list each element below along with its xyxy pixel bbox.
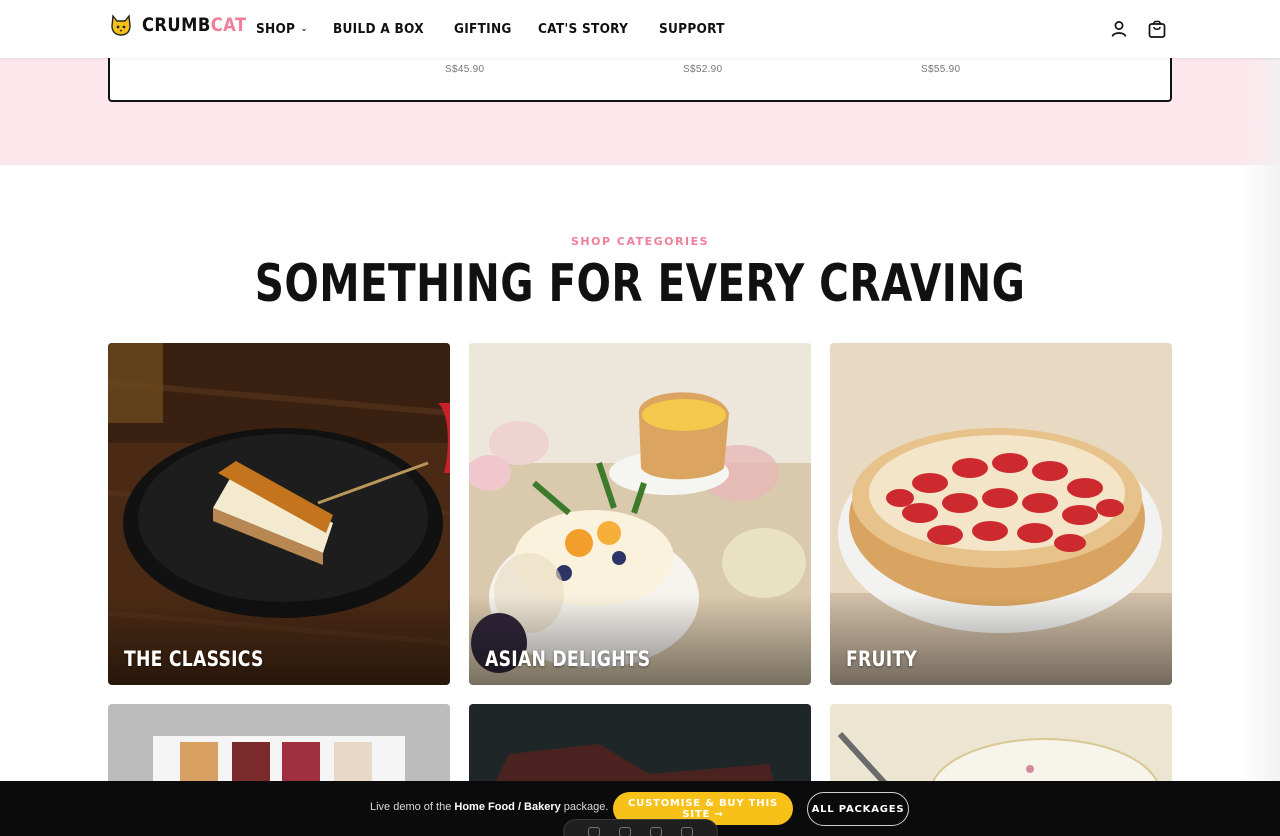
section-title: SOMETHING FOR EVERY CRAVING — [254, 254, 1026, 314]
shopping-bag-icon[interactable] — [1147, 19, 1167, 39]
demo-text-before: Live demo of the — [370, 801, 455, 813]
user-icon[interactable] — [1109, 19, 1129, 39]
tool-icon[interactable] — [587, 827, 600, 836]
demo-banner-text: Live demo of the Home Food / Bakery pack… — [370, 801, 608, 813]
product-carousel: S$45.90 S$52.90 S$55.90 — [108, 58, 1172, 102]
nav-item-label: BUILD A BOX — [333, 21, 425, 37]
product-price: S$55.90 — [921, 64, 961, 75]
tool-icon[interactable] — [681, 827, 694, 836]
all-packages-button[interactable]: ALL PACKAGES — [807, 792, 909, 826]
nav-item-label: SHOP — [256, 21, 296, 37]
demo-package-name: Home Food / Bakery — [454, 801, 561, 813]
category-label: ASIAN DELIGHTS — [485, 647, 651, 671]
site-logo[interactable]: CRUMBCAT — [110, 13, 264, 37]
category-label: FRUITY — [846, 647, 918, 671]
tool-icon[interactable] — [650, 827, 663, 836]
demo-text-after: package. — [560, 801, 609, 813]
category-card-asian-delights[interactable]: ASIAN DELIGHTS — [469, 343, 811, 685]
nav-item-cats-story[interactable]: CAT'S STORY — [538, 21, 628, 37]
cat-face-icon — [111, 14, 131, 36]
card-gradient — [830, 595, 1172, 685]
nav-item-gifting[interactable]: GIFTING — [454, 21, 512, 37]
chevron-down-icon: ⌄ — [300, 24, 308, 34]
logo-wordmark: CRUMBCAT — [142, 14, 247, 36]
card-gradient — [108, 595, 450, 685]
nav-item-label: GIFTING — [454, 21, 513, 37]
section-eyebrow: SHOP CATEGORIES — [571, 235, 709, 248]
nav-item-label: CAT'S STORY — [538, 21, 629, 37]
nav-item-label: SUPPORT — [658, 21, 725, 37]
nav-item-build-a-box[interactable]: BUILD A BOX — [333, 21, 424, 37]
product-price: S$52.90 — [683, 64, 723, 75]
site-header: CRUMBCAT SHOP ⌄ BUILD A BOX GIFTING CAT'S… — [0, 0, 1280, 58]
logo-word-cat: CAT — [210, 14, 247, 36]
nav-item-support[interactable]: SUPPORT — [659, 21, 725, 37]
logo-word-crumb: CRUMB — [142, 14, 211, 36]
product-price: S$45.90 — [445, 64, 485, 75]
card-gradient — [469, 595, 811, 685]
main-nav: SHOP ⌄ BUILD A BOX GIFTING CAT'S STORY SU… — [256, 21, 752, 37]
category-card-the-classics[interactable]: THE CLASSICS — [108, 343, 450, 685]
tool-icon[interactable] — [618, 827, 631, 836]
page-edge-shadow — [1240, 0, 1280, 836]
category-card-fruity[interactable]: FRUITY — [830, 343, 1172, 685]
floating-toolbar[interactable] — [563, 819, 718, 836]
nav-item-shop[interactable]: SHOP ⌄ — [256, 21, 308, 37]
category-label: THE CLASSICS — [124, 647, 264, 671]
